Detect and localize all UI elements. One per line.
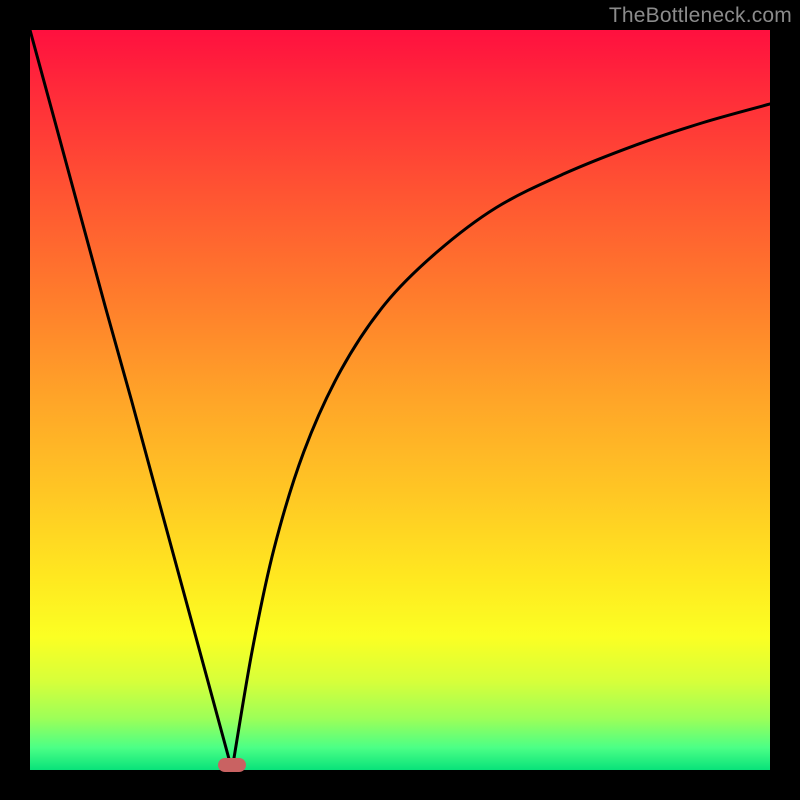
plot-area	[30, 30, 770, 770]
min-marker	[218, 758, 246, 772]
watermark-text: TheBottleneck.com	[609, 4, 792, 28]
bottleneck-curve	[30, 30, 770, 770]
curve-svg	[30, 30, 770, 770]
chart-frame: TheBottleneck.com	[0, 0, 800, 800]
